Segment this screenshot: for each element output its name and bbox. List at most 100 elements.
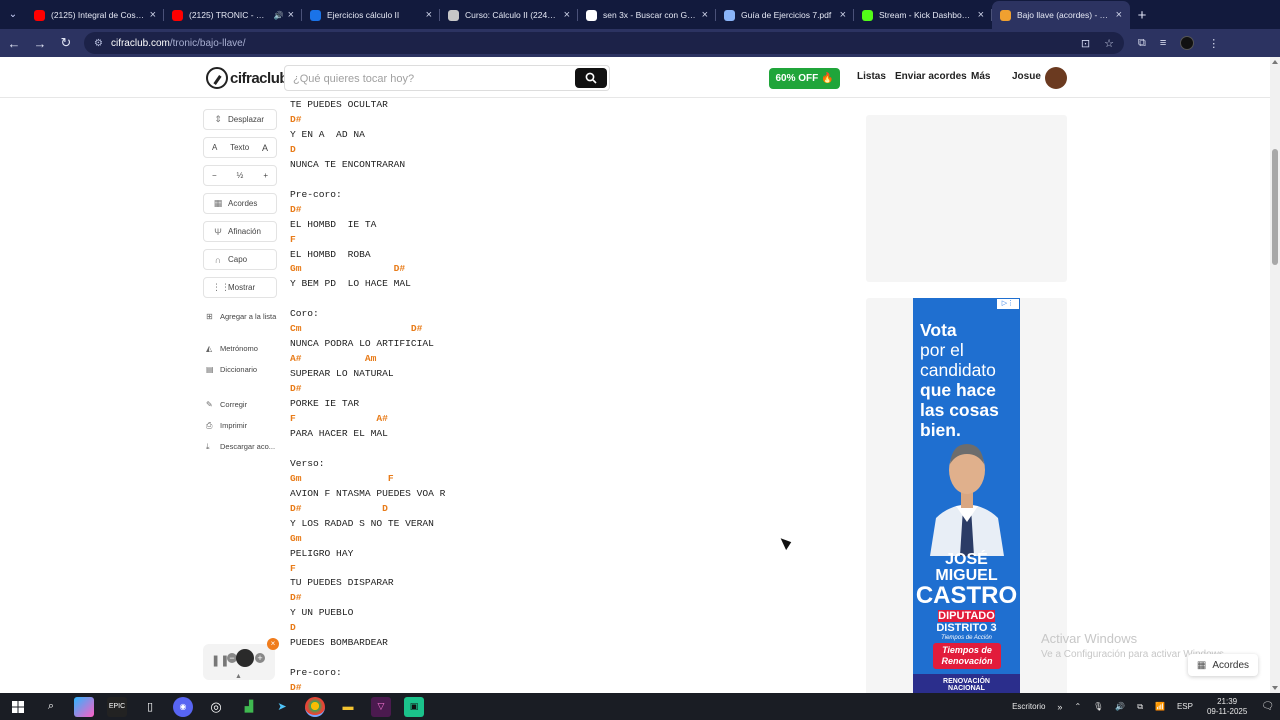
new-tab-button[interactable]: +: [1130, 1, 1154, 29]
tab-close-icon[interactable]: ×: [978, 9, 984, 21]
chord-line[interactable]: Cm D#: [290, 322, 445, 337]
browser-tab[interactable]: (2125) Integral de Cosecante ×: [26, 1, 164, 29]
search-icon[interactable]: ⌕: [41, 697, 61, 717]
desktop-toolbar-label[interactable]: Escritorio: [1012, 702, 1045, 711]
notification-icon[interactable]: 🗨: [1261, 701, 1274, 712]
nav-enviar-acordes[interactable]: Enviar acordes: [895, 71, 967, 82]
install-app-icon[interactable]: ⊡: [1081, 37, 1090, 50]
network-icon[interactable]: 📶: [1155, 702, 1165, 711]
show-button[interactable]: ⋮⋮ Mostrar: [203, 277, 277, 298]
file-explorer-icon[interactable]: ▬: [338, 697, 358, 717]
tab-close-icon[interactable]: ×: [702, 9, 708, 21]
text-smaller-button[interactable]: A: [212, 143, 217, 152]
tab-search-icon[interactable]: ⌄: [0, 0, 26, 29]
chevron-up-icon[interactable]: ⌃: [1074, 702, 1081, 711]
media-control-icon[interactable]: ≡: [1160, 37, 1166, 49]
chord-line[interactable]: D#: [290, 113, 445, 128]
clock[interactable]: 21:39 09-11-2025: [1207, 697, 1247, 717]
extensions-icon[interactable]: ⧉: [1138, 37, 1146, 50]
scroll-up-arrow-icon[interactable]: [1272, 60, 1278, 64]
epic-games-icon[interactable]: EPIC: [107, 696, 127, 717]
promo-button[interactable]: 60% OFF 🔥: [769, 68, 840, 89]
chord-line[interactable]: F: [290, 233, 445, 248]
chevron-up-icon[interactable]: ▲: [235, 673, 242, 680]
copilot-icon[interactable]: [74, 696, 94, 717]
text-bigger-button[interactable]: A: [262, 143, 268, 153]
transpose-plus-button[interactable]: +: [263, 171, 268, 180]
chrome-icon[interactable]: [305, 696, 325, 717]
chord-line[interactable]: Gm F: [290, 472, 445, 487]
cifraclub-logo[interactable]: cifraclub: [206, 65, 289, 91]
chord-line[interactable]: D# D: [290, 502, 445, 517]
tuning-button[interactable]: Ψ Afinación: [203, 221, 277, 242]
chord-line[interactable]: D#: [290, 681, 445, 693]
add-to-list-link[interactable]: ⊞ Agregar a la lista: [206, 310, 277, 323]
user-name[interactable]: Josue: [1012, 71, 1041, 82]
file-icon[interactable]: ▯: [140, 697, 160, 717]
adchoices-icon[interactable]: ▷⋮: [997, 299, 1019, 309]
correct-link[interactable]: ✎ Corregir: [206, 398, 277, 411]
github-desktop-icon[interactable]: ◎: [206, 697, 226, 717]
capo-button[interactable]: ∩ Capo: [203, 249, 277, 270]
scrollbar-thumb[interactable]: [1272, 149, 1278, 265]
speed-knob[interactable]: [236, 649, 254, 667]
close-player-icon[interactable]: ×: [267, 638, 279, 650]
tab-close-icon[interactable]: ×: [1116, 9, 1122, 21]
microphone-icon[interactable]: 🎙: [1093, 702, 1103, 711]
chord-line[interactable]: D#: [290, 591, 445, 606]
browser-menu-icon[interactable]: ⋮: [1208, 37, 1219, 50]
browser-tab[interactable]: Curso: Cálculo II (22403-C ×: [440, 1, 578, 29]
chord-line[interactable]: D: [290, 621, 445, 636]
tab-close-icon[interactable]: ×: [840, 9, 846, 21]
app-icon-teal[interactable]: ▣: [404, 696, 424, 717]
tab-close-icon[interactable]: ×: [288, 9, 294, 21]
print-link[interactable]: ⎙ Imprimir: [206, 419, 277, 432]
floating-chords-button[interactable]: ▦ Acordes: [1188, 654, 1258, 676]
tab-close-icon[interactable]: ×: [564, 9, 570, 21]
discord-icon[interactable]: ◉: [173, 696, 193, 717]
speed-plus-button[interactable]: +: [255, 653, 265, 663]
screen-icon[interactable]: ⧉: [1137, 702, 1143, 712]
chord-line[interactable]: F: [290, 562, 445, 577]
search-input[interactable]: [293, 70, 573, 88]
download-chords-link[interactable]: ⤓ Descargar aco...: [206, 440, 277, 453]
chord-line[interactable]: D#: [290, 203, 445, 218]
page-scrollbar[interactable]: [1270, 57, 1280, 693]
chord-line[interactable]: F A#: [290, 412, 445, 427]
autoscroll-button[interactable]: ⇕ Desplazar: [203, 109, 277, 130]
transpose-minus-button[interactable]: −: [212, 171, 217, 180]
browser-tab[interactable]: Guía de Ejercicios 7.pdf ×: [716, 1, 854, 29]
forward-arrow-icon[interactable]: →: [28, 31, 52, 55]
nav-listas[interactable]: Listas: [857, 71, 886, 82]
browser-tab[interactable]: Bajo llave (acordes) - Tronic ×: [992, 1, 1130, 29]
metronome-link[interactable]: ◭ Metrónomo: [206, 342, 277, 355]
dictionary-link[interactable]: ▤ Diccionario: [206, 363, 277, 376]
browser-tab[interactable]: Ejercicios cálculo II ×: [302, 1, 440, 29]
app-icon-green[interactable]: ▟: [239, 697, 259, 717]
nav-mas[interactable]: Más: [971, 71, 990, 82]
tab-close-icon[interactable]: ×: [426, 9, 432, 21]
user-avatar[interactable]: [1045, 67, 1067, 89]
address-bar[interactable]: ⚙ cifraclub.com/tronic/bajo-llave/ ⊡ ☆: [84, 32, 1124, 54]
chord-line[interactable]: Gm D#: [290, 262, 445, 277]
windows-start-icon[interactable]: [8, 697, 28, 717]
campaign-ad-banner[interactable]: Vota por el candidato que hace las cosas…: [913, 298, 1020, 693]
back-arrow-icon[interactable]: ←: [2, 31, 26, 55]
speaker-icon[interactable]: 🔊: [1115, 702, 1125, 711]
app-icon-arrow[interactable]: ➤: [272, 697, 292, 717]
site-info-icon[interactable]: ⚙: [94, 38, 103, 49]
browser-tab[interactable]: (2125) TRONIC - Mambo🔊 ×: [164, 1, 302, 29]
tab-audio-icon[interactable]: 🔊: [274, 11, 284, 20]
profile-avatar[interactable]: [1180, 36, 1195, 50]
browser-tab[interactable]: Stream - Kick Dashboard ×: [854, 1, 992, 29]
browser-tab[interactable]: sen 3x - Buscar con Google ×: [578, 1, 716, 29]
app-icon-purple[interactable]: ▽: [371, 696, 391, 717]
chord-line[interactable]: D: [290, 143, 445, 158]
chord-line[interactable]: A# Am: [290, 352, 445, 367]
chord-line[interactable]: D#: [290, 382, 445, 397]
search-button[interactable]: [575, 68, 607, 88]
tab-close-icon[interactable]: ×: [150, 9, 156, 21]
double-chevron-icon[interactable]: »: [1057, 702, 1062, 712]
bookmark-star-icon[interactable]: ☆: [1104, 37, 1114, 50]
chord-line[interactable]: Gm: [290, 532, 445, 547]
